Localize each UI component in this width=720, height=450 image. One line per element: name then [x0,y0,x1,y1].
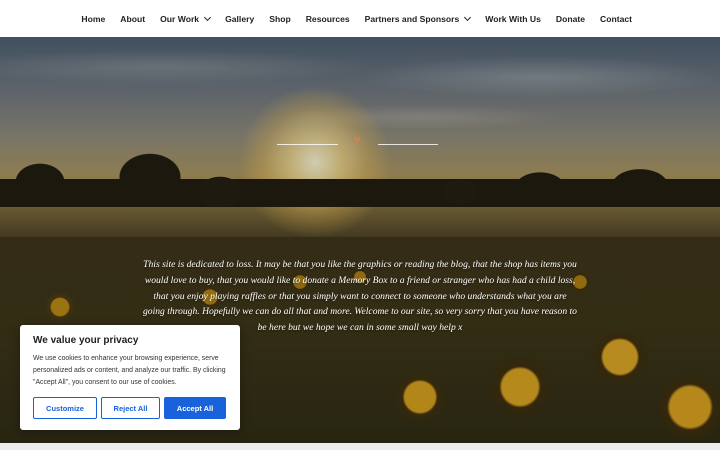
nav-item-home[interactable]: Home [81,14,105,24]
nav-item-label: About [120,13,146,24]
nav-menu: Home About Our Work Gallery Shop Resourc… [66,13,632,24]
nav-item-label: Resources [305,13,350,24]
divider-line-right [378,144,438,145]
accept-all-button[interactable]: Accept All [164,397,226,419]
main-navigation: Home About Our Work Gallery Shop Resourc… [0,0,720,37]
cookie-banner-title: We value your privacy [33,335,139,346]
customize-button[interactable]: Customize [33,397,97,419]
page-bottom-strip [0,443,720,450]
cookie-banner-text: We use cookies to enhance your browsing … [33,355,226,386]
nav-item-work-with-us[interactable]: Work With Us [485,14,541,24]
reject-all-button[interactable]: Reject All [101,397,160,419]
nav-item-resources[interactable]: Resources [306,14,350,24]
nav-item-label: Our Work [160,13,200,24]
heart-ornament-icon: ♥ [353,132,361,147]
cookie-consent-banner: We value your privacy We use cookies to … [20,325,240,430]
divider-line-left [277,144,338,145]
nav-item-donate[interactable]: Donate [556,14,585,24]
nav-item-label: Partners and Sponsors [364,13,460,24]
nav-item-label: Home [81,13,106,24]
nav-item-about[interactable]: About [120,14,145,24]
nav-item-contact[interactable]: Contact [600,14,632,24]
nav-item-shop[interactable]: Shop [269,14,290,24]
chevron-down-icon[interactable] [204,13,212,21]
nav-item-partners-and-sponsors[interactable]: Partners and Sponsors [364,13,472,24]
nav-item-gallery[interactable]: Gallery [225,14,254,24]
nav-item-label: Gallery [225,13,255,24]
nav-item-our-work[interactable]: Our Work [160,13,212,24]
cookie-buttons: Customize Reject All Accept All [33,397,226,419]
nav-item-label: Donate [555,13,585,24]
nav-item-label: Shop [269,13,291,24]
nav-item-label: Work With Us [485,13,541,24]
chevron-down-icon[interactable] [464,13,472,21]
nav-item-label: Contact [600,13,632,24]
